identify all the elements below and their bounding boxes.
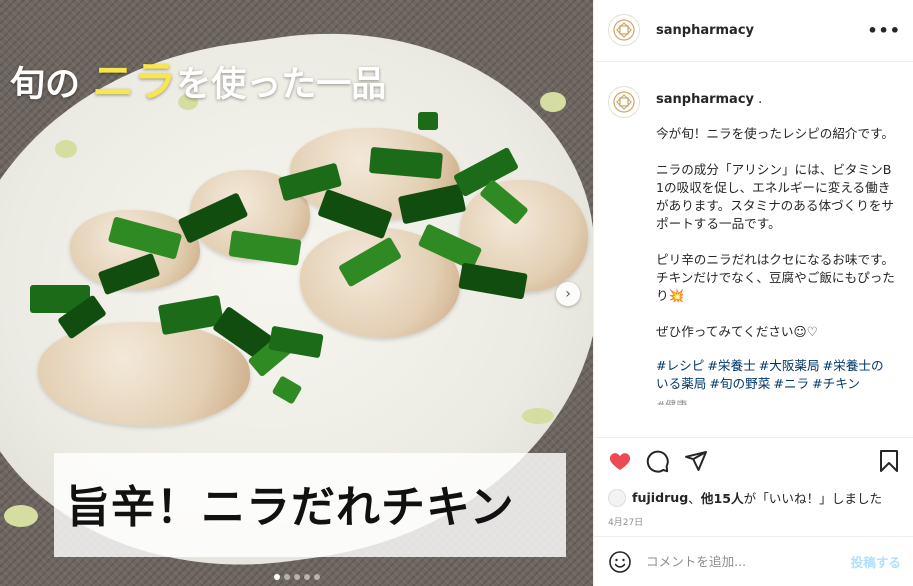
caption-area[interactable]: sanpharmacy . 今が旬！ニラを使ったレシピの紹介です。 ニラの成分「…: [594, 62, 913, 437]
liker-avatar[interactable]: [608, 488, 626, 507]
hashtag-link[interactable]: #大阪薬局: [759, 358, 820, 373]
carousel-dot: [283, 574, 290, 580]
liker-username[interactable]: fujidrug: [632, 490, 688, 505]
carousel-indicator: [0, 574, 593, 580]
post-date[interactable]: 4月27日: [594, 511, 913, 537]
post-username[interactable]: sanpharmacy: [656, 23, 754, 38]
caption-username[interactable]: sanpharmacy .: [656, 86, 896, 107]
post-comment-button[interactable]: 投稿する: [851, 552, 901, 571]
post-sidebar: sanpharmacy ••• sanpharmacy . 今が旬！ニラを使った…: [593, 0, 913, 586]
instagram-post: 旬の ニラを使った一品 旨辛！ニラだれチキン › sanpharmacy •••: [0, 0, 913, 586]
bookmark-icon[interactable]: [877, 449, 901, 473]
leek-piece: [418, 112, 438, 130]
post-header: sanpharmacy •••: [594, 0, 913, 62]
brand-logo-icon: [613, 90, 635, 113]
caption-cut-line: #健康: [656, 397, 896, 405]
carousel-dot: [313, 574, 320, 580]
carousel-dot: [293, 574, 300, 580]
brand-logo-icon: [613, 19, 635, 41]
hashtag-link[interactable]: #栄養士: [707, 358, 755, 373]
overlay-caption: 旨辛！ニラだれチキン: [66, 482, 515, 533]
hashtag-link[interactable]: #レシピ: [656, 358, 704, 373]
add-comment-bar: 投稿する: [594, 536, 913, 586]
overlay-title-highlight: ニラ: [92, 57, 177, 106]
avatar[interactable]: [608, 85, 640, 118]
carousel-next-button[interactable]: ›: [556, 282, 580, 306]
hashtag-link[interactable]: #チキン: [812, 376, 860, 391]
caption-text: 今が旬！ニラを使ったレシピの紹介です。 ニラの成分「アリシン」には、ビタミンB1…: [656, 125, 895, 339]
avatar[interactable]: [608, 14, 640, 47]
hashtag-link[interactable]: #旬の野菜: [709, 376, 770, 391]
post-image[interactable]: 旬の ニラを使った一品 旨辛！ニラだれチキン ›: [0, 0, 593, 586]
emoji-icon[interactable]: [608, 550, 632, 574]
carousel-dot: [303, 574, 310, 580]
overlay-title: 旬の ニラを使った一品: [10, 57, 387, 106]
carousel-dot: [273, 574, 280, 580]
plate-dot: [540, 92, 566, 112]
hashtag-list: #レシピ #栄養士 #大阪薬局 #栄養士のいる薬局 #旬の野菜 #ニラ #チキン: [656, 357, 896, 393]
heart-icon[interactable]: [608, 449, 632, 473]
more-options-icon[interactable]: •••: [867, 21, 901, 40]
chevron-right-icon: ›: [565, 286, 571, 302]
hashtag-link[interactable]: #ニラ: [773, 376, 809, 391]
likes-others-link[interactable]: 他15人: [701, 488, 744, 507]
comment-input[interactable]: [646, 554, 851, 570]
plate-dot: [55, 140, 77, 158]
overlay-caption-box: 旨辛！ニラだれチキン: [54, 453, 566, 557]
comment-icon[interactable]: [646, 449, 670, 473]
plate-dot: [4, 505, 38, 527]
likes-summary: fujidrug、他15人 が「いいね！」しました: [594, 485, 913, 511]
likes-suffix: が「いいね！」しました: [743, 491, 883, 507]
caption-body: sanpharmacy . 今が旬！ニラを使ったレシピの紹介です。 ニラの成分「…: [656, 86, 896, 437]
plate-dot: [522, 408, 554, 424]
send-icon[interactable]: [684, 449, 708, 473]
action-bar: [594, 437, 913, 485]
